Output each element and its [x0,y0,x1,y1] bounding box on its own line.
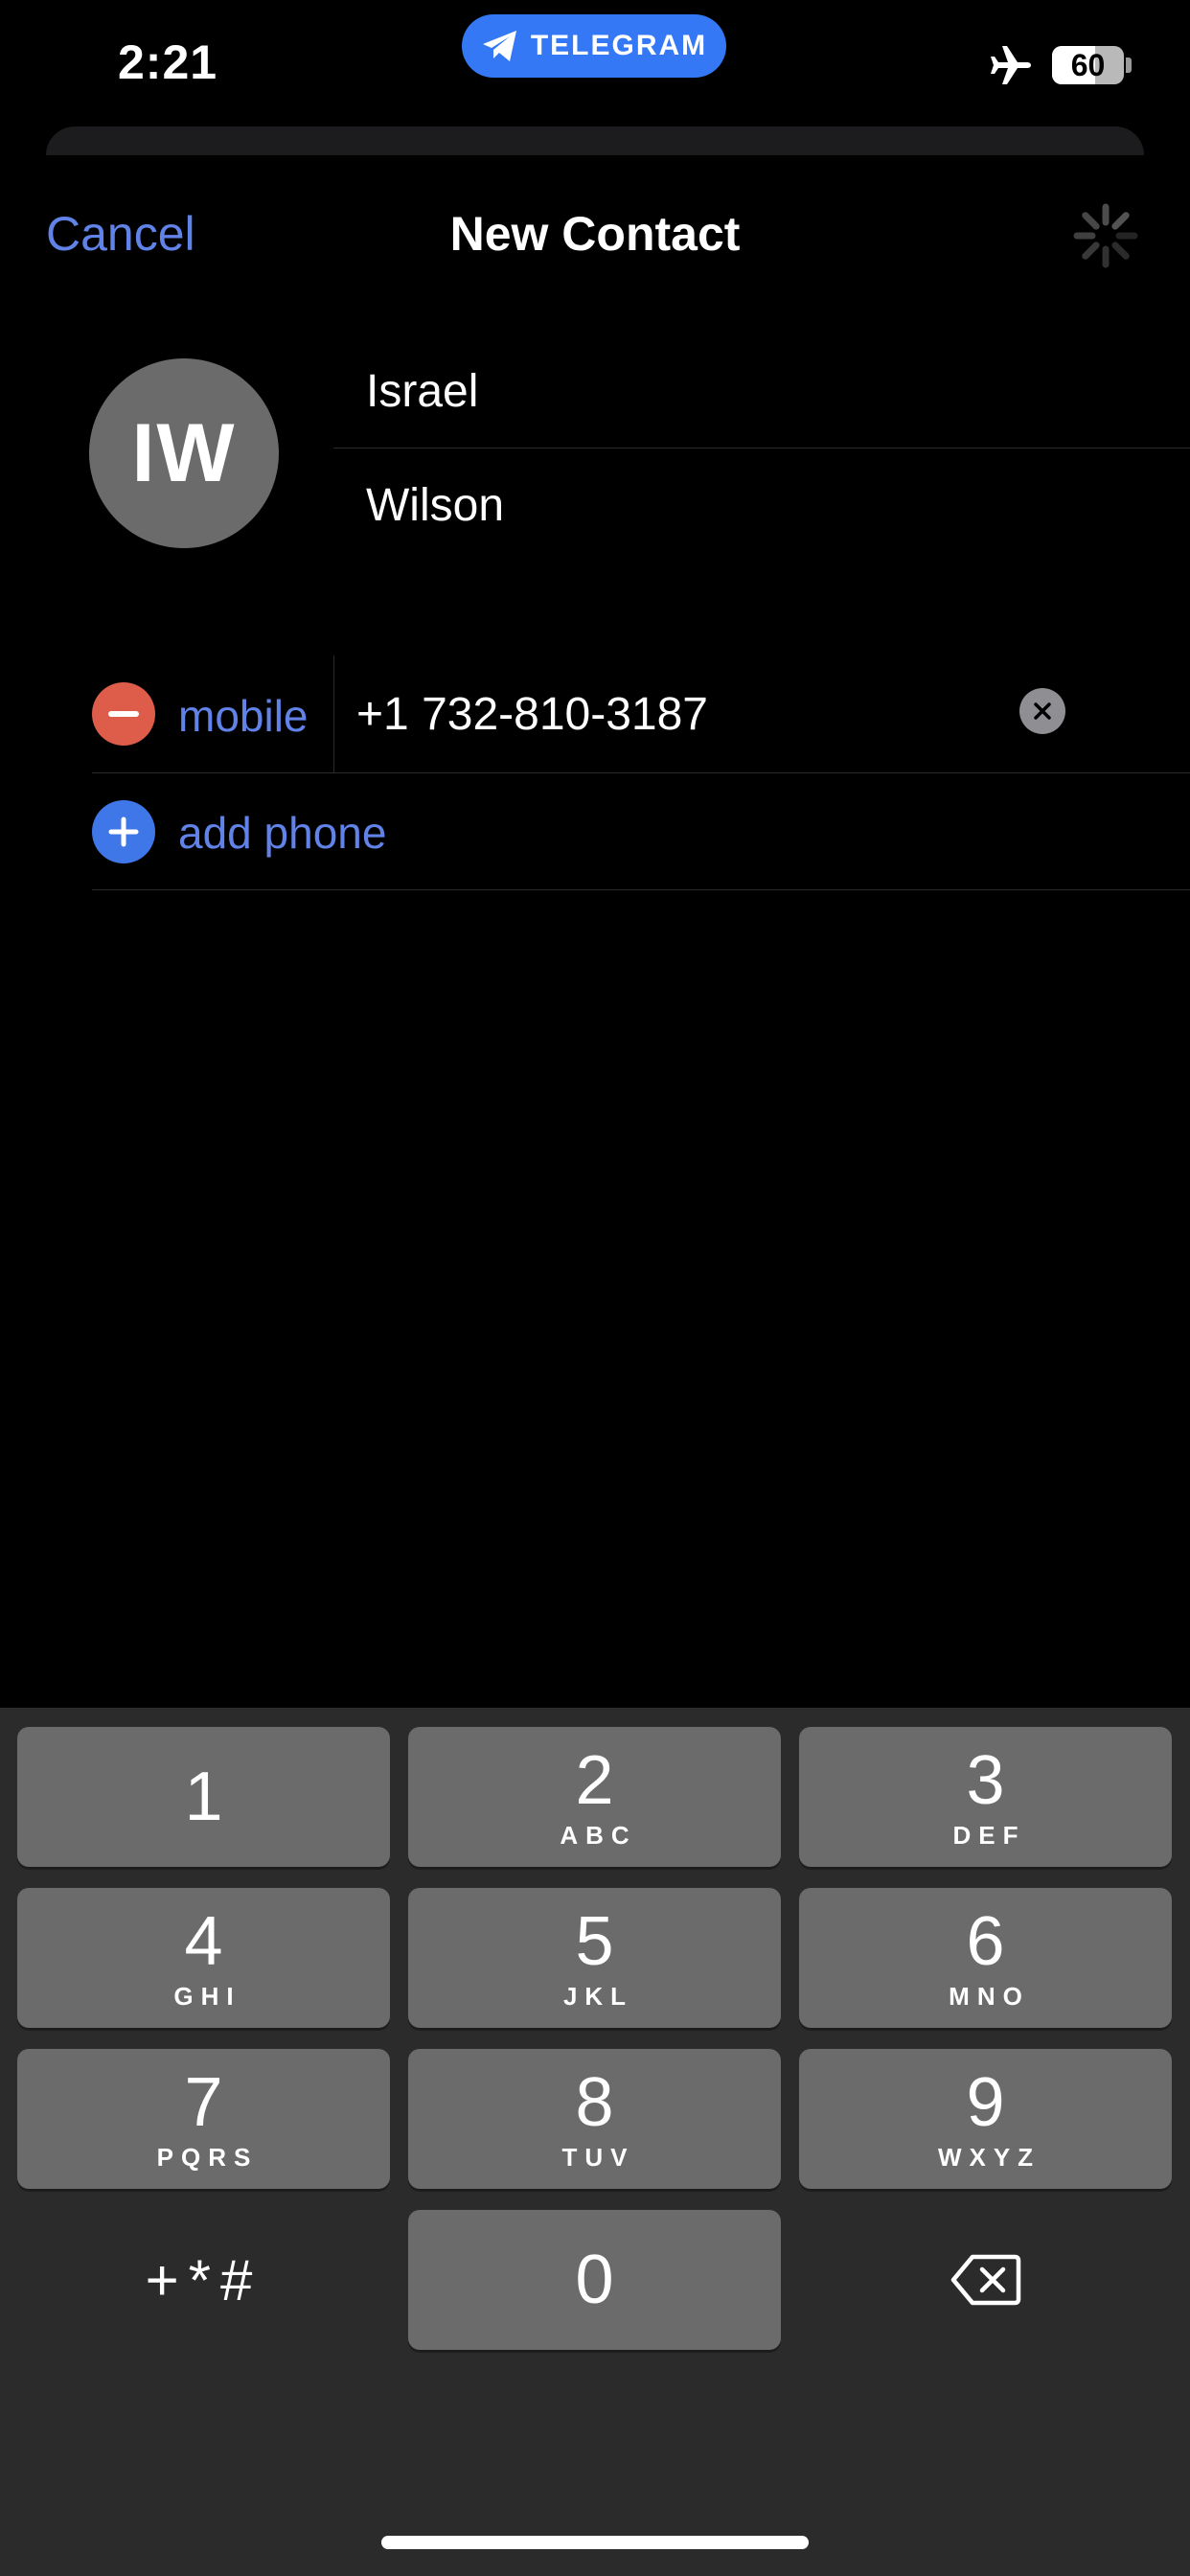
key-digit: 0 [575,2242,614,2318]
remove-phone-button[interactable] [92,682,155,746]
status-time: 2:21 [118,35,218,89]
key-letters: ABC [560,1820,637,1850]
spinner-spoke [1082,212,1100,230]
key-6[interactable]: 6 MNO [799,1888,1172,2028]
key-letters: JKL [562,1981,634,2011]
key-letters: PQRS [156,2142,259,2172]
symbols-key[interactable]: +*# [17,2210,390,2350]
battery-icon: 60 [1052,46,1124,84]
key-letters: MNO [949,1981,1030,2011]
key-digit: 9 [966,2063,1005,2141]
battery-percent: 60 [1070,47,1106,82]
sheet-background [46,126,1144,155]
airplane-icon [991,46,1031,84]
key-5[interactable]: 5 JKL [408,1888,781,2028]
phone-separator [333,656,334,772]
key-letters: TUV [561,2142,635,2172]
key-digit: 1 [184,1759,223,1835]
add-phone-button[interactable]: add phone [178,807,386,859]
minus-circle-icon [108,711,139,717]
key-7[interactable]: 7 PQRS [17,2049,390,2189]
add-phone-divider [92,889,1190,890]
first-name-field[interactable]: Israel [366,365,478,418]
key-9[interactable]: 9 WXYZ [799,2049,1172,2189]
battery-tip [1126,58,1132,73]
numeric-keypad: 1 2 ABC 3 DEF 4 GHI 5 JKL 6 MNO 7 PQRS 8… [0,1708,1190,2576]
key-1[interactable]: 1 [17,1727,390,1867]
cancel-button[interactable]: Cancel [46,206,195,262]
spinner-icon [1073,203,1138,268]
key-0[interactable]: 0 [408,2210,781,2350]
clear-icon [1034,702,1051,720]
phone-number-field[interactable]: +1 732-810-3187 [356,688,708,741]
spinner-spoke [1111,242,1130,260]
key-digit: 5 [575,1902,614,1980]
telegram-return-pill[interactable]: TELEGRAM [462,14,726,78]
add-phone-icon-button[interactable] [92,800,155,863]
phone-row-divider [92,772,1190,773]
telegram-icon [482,31,516,61]
key-8[interactable]: 8 TUV [408,2049,781,2189]
backspace-icon [950,2254,1020,2306]
key-letters: GHI [173,1981,241,2011]
last-name-field[interactable]: Wilson [366,479,504,532]
key-digit: 2 [575,1741,614,1819]
key-3[interactable]: 3 DEF [799,1727,1172,1867]
avatar[interactable]: IW [89,358,279,548]
key-digit: 7 [184,2063,223,2141]
key-digit: 4 [184,1902,223,1980]
key-digit: 8 [575,2063,614,2141]
key-digit: 3 [966,1741,1005,1819]
phone-type-label[interactable]: mobile [178,690,309,742]
key-2[interactable]: 2 ABC [408,1727,781,1867]
spinner-spoke [1111,212,1130,230]
key-letters: WXYZ [937,2142,1041,2172]
backspace-key[interactable] [799,2210,1172,2350]
clear-phone-button[interactable] [1019,688,1065,734]
telegram-pill-label: TELEGRAM [530,30,708,61]
key-4[interactable]: 4 GHI [17,1888,390,2028]
key-digit: 6 [966,1902,1005,1980]
spinner-spoke [1082,242,1100,260]
home-indicator[interactable] [381,2536,809,2549]
plus-circle-icon [108,816,139,847]
key-letters: DEF [952,1820,1026,1850]
